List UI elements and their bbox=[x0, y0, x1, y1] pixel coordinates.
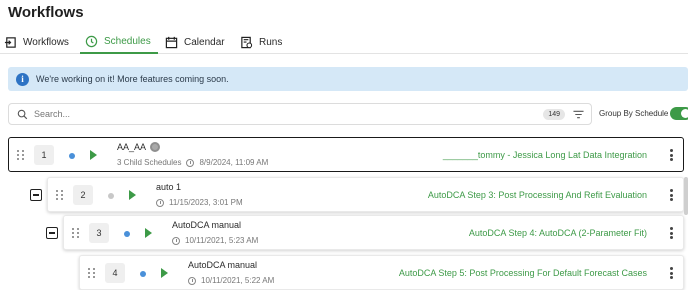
tab-label: Calendar bbox=[184, 36, 225, 48]
status-dot bbox=[140, 271, 146, 277]
clock-icon bbox=[172, 236, 180, 245]
drag-handle-icon[interactable] bbox=[17, 150, 25, 161]
schedule-date: 10/11/2021, 5:23 AM bbox=[185, 236, 259, 245]
filter-icon[interactable] bbox=[573, 109, 584, 120]
workflow-link[interactable]: AutoDCA Step 3: Post Processing And Refi… bbox=[428, 190, 647, 200]
status-dot bbox=[108, 193, 114, 199]
clock-icon bbox=[85, 35, 98, 47]
more-options-icon[interactable] bbox=[670, 149, 673, 161]
workflow-link[interactable]: AutoDCA Step 5: Post Processing For Defa… bbox=[399, 268, 647, 278]
schedule-index: 1 bbox=[34, 145, 54, 165]
schedule-row[interactable]: 1 AA_AA 3 Child Schedules 8/9/2024, 11:09… bbox=[8, 137, 684, 172]
tab-label: Workflows bbox=[23, 36, 69, 48]
schedule-name: AutoDCA manual bbox=[172, 220, 242, 230]
schedule-row[interactable]: 4 AutoDCA manual 10/11/2021, 5:22 AM Aut… bbox=[79, 255, 684, 290]
settings-gear-icon[interactable] bbox=[150, 142, 161, 152]
schedule-date: 11/15/2023, 3:01 PM bbox=[169, 198, 243, 207]
tab-schedules[interactable]: Schedules bbox=[80, 30, 158, 54]
info-icon: i bbox=[16, 72, 29, 86]
collapse-button[interactable] bbox=[46, 227, 58, 239]
workflow-enter-icon bbox=[4, 36, 16, 48]
info-banner: i We're working on it! More features com… bbox=[8, 67, 688, 91]
schedule-index: 3 bbox=[89, 223, 109, 243]
schedule-date: 8/9/2024, 11:09 AM bbox=[199, 158, 269, 167]
clock-icon bbox=[188, 276, 196, 285]
schedule-row[interactable]: 2 auto 1 11/15/2023, 3:01 PM AutoDCA Ste… bbox=[47, 177, 684, 212]
schedule-name: AutoDCA manual bbox=[188, 260, 258, 270]
play-icon[interactable] bbox=[145, 228, 152, 238]
tab-calendar[interactable]: Calendar bbox=[165, 30, 225, 54]
runs-icon bbox=[241, 36, 253, 48]
schedule-date: 10/11/2021, 5:22 AM bbox=[201, 276, 275, 285]
tab-runs[interactable]: Runs bbox=[240, 30, 282, 54]
schedule-name: auto 1 bbox=[156, 182, 182, 192]
schedule-name: AA_AA bbox=[117, 142, 147, 152]
tab-label: Schedules bbox=[104, 35, 151, 47]
search-input[interactable] bbox=[34, 109, 534, 119]
clock-icon bbox=[186, 158, 195, 167]
search-icon bbox=[17, 109, 28, 119]
drag-handle-icon[interactable] bbox=[88, 268, 96, 279]
play-icon[interactable] bbox=[129, 190, 136, 200]
clock-icon bbox=[156, 198, 164, 207]
more-options-icon[interactable] bbox=[670, 227, 673, 239]
workflow-link[interactable]: AutoDCA Step 4: AutoDCA (2-Parameter Fit… bbox=[469, 228, 647, 238]
child-schedules-count: 3 Child Schedules bbox=[117, 158, 182, 167]
tab-label: Runs bbox=[259, 36, 283, 48]
workflow-link[interactable]: _______tommy - Jessica Long Lat Data Int… bbox=[443, 150, 647, 160]
search-box: 149 bbox=[8, 103, 592, 125]
status-dot bbox=[124, 231, 130, 237]
collapse-button[interactable] bbox=[30, 189, 42, 201]
tab-bar: Workflows Schedules Calendar Runs bbox=[0, 30, 688, 54]
drag-handle-icon[interactable] bbox=[72, 228, 80, 239]
group-by-schedule-toggle[interactable] bbox=[670, 107, 688, 120]
result-count-badge: 149 bbox=[543, 109, 565, 120]
banner-text: We're working on it! More features comin… bbox=[36, 74, 229, 84]
play-icon[interactable] bbox=[90, 150, 97, 160]
group-by-schedule-label: Group By Schedule bbox=[599, 109, 669, 118]
drag-handle-icon[interactable] bbox=[56, 190, 64, 201]
more-options-icon[interactable] bbox=[670, 267, 673, 279]
schedule-row[interactable]: 3 AutoDCA manual 10/11/2021, 5:23 AM Aut… bbox=[63, 215, 684, 250]
schedule-index: 4 bbox=[105, 263, 125, 283]
scrollbar[interactable] bbox=[684, 177, 688, 215]
page-title: Workflows bbox=[8, 4, 84, 21]
status-dot bbox=[69, 153, 75, 159]
tab-workflows[interactable]: Workflows bbox=[4, 30, 69, 54]
schedule-index: 2 bbox=[73, 185, 93, 205]
calendar-icon bbox=[165, 36, 178, 48]
play-icon[interactable] bbox=[161, 268, 168, 278]
more-options-icon[interactable] bbox=[670, 189, 673, 201]
